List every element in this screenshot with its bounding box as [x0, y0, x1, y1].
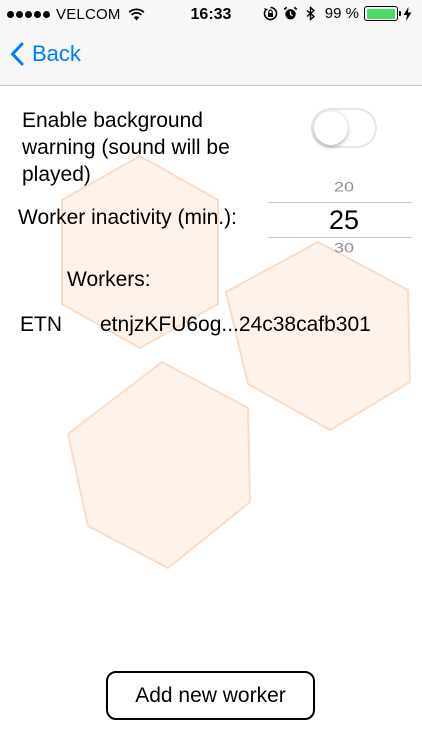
signal-dots-icon — [7, 11, 50, 18]
back-button[interactable]: Back — [10, 41, 81, 67]
picker-divider — [268, 202, 412, 203]
workers-title: Workers: — [67, 268, 151, 291]
background-warning-label: Enable background warning (sound will be… — [22, 109, 230, 186]
inactivity-minutes-picker[interactable]: 20 25 30 — [268, 172, 412, 262]
back-label: Back — [32, 41, 81, 66]
worker-coin: ETN — [20, 313, 62, 336]
status-left: VELCOM — [7, 6, 145, 23]
battery-icon — [364, 6, 401, 21]
alarm-icon — [283, 6, 298, 20]
navigation-bar: Back — [0, 30, 422, 86]
toggle-knob — [314, 111, 348, 145]
worker-inactivity-label: Worker inactivity (min.): — [18, 206, 237, 229]
charging-bolt-icon — [403, 6, 412, 21]
picker-selected-value[interactable]: 25 — [268, 205, 420, 236]
worker-address: etnjzKFU6og...24c38cafb301 — [100, 313, 371, 336]
wifi-icon — [128, 8, 144, 21]
worker-row[interactable]: ETN etnjzKFU6og...24c38cafb301 — [20, 313, 410, 343]
worker-settings-screen: VELCOM 16:33 99 % Back Enable background… — [0, 0, 422, 750]
battery-level-fill — [366, 8, 396, 19]
background-warning-toggle[interactable] — [311, 108, 377, 148]
carrier-name: VELCOM — [56, 6, 121, 23]
battery-percent: 99 % — [324, 5, 359, 22]
status-right: 99 % — [263, 5, 412, 22]
add-new-worker-button[interactable]: Add new worker — [106, 671, 315, 720]
picker-divider — [268, 237, 412, 238]
status-bar: VELCOM 16:33 99 % — [0, 0, 422, 30]
bluetooth-icon — [306, 6, 315, 21]
rotation-lock-icon — [263, 6, 278, 21]
chevron-left-icon — [11, 42, 24, 66]
hexagon-shape — [66, 360, 252, 570]
picker-next-value[interactable]: 30 — [268, 241, 420, 257]
picker-previous-value[interactable]: 20 — [268, 180, 420, 196]
